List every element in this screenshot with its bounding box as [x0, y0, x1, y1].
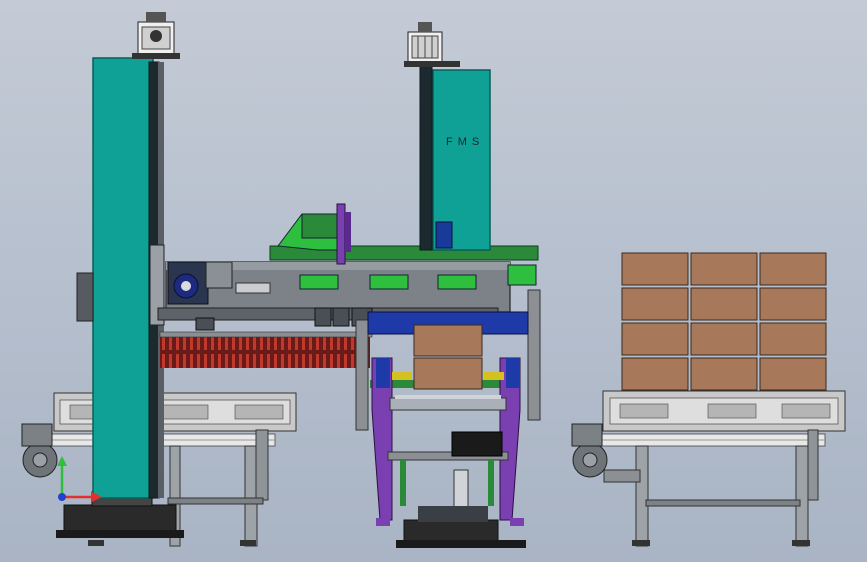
- carton-box: [621, 322, 689, 356]
- brand-label: FMS: [446, 136, 484, 148]
- left-lift-column: [56, 12, 184, 538]
- carton-box: [413, 357, 483, 390]
- carton-box: [621, 357, 689, 391]
- palletizer-diagram: FMS: [21, 12, 846, 548]
- center-load: [413, 324, 483, 390]
- carton-box: [690, 322, 758, 356]
- carton-box: [690, 252, 758, 286]
- pallet-stack: [621, 252, 827, 391]
- carton-box: [759, 287, 827, 321]
- carton-box: [759, 357, 827, 391]
- carton-box: [621, 287, 689, 321]
- carton-box: [759, 252, 827, 286]
- right-roller-conveyor: [571, 390, 846, 547]
- carton-box: [690, 357, 758, 391]
- carton-box: [621, 252, 689, 286]
- carton-box: [413, 324, 483, 357]
- center-lift-column: FMS: [404, 22, 491, 251]
- carton-box: [690, 287, 758, 321]
- red-roller-bank: [159, 331, 373, 368]
- carton-box: [759, 322, 827, 356]
